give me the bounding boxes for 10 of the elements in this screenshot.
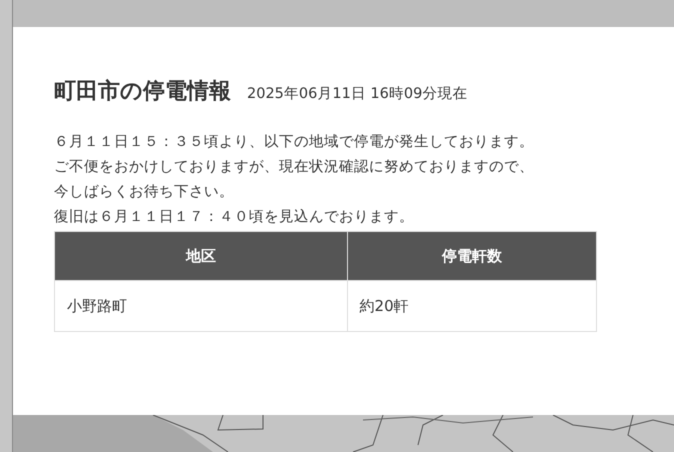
message-line: ６月１１日１５：３５頃より、以下の地域で停電が発生しております。 [54,132,535,152]
column-header: 地区 [54,231,348,280]
dialog-title: 町田市の停電情報 [54,79,231,106]
timestamp: 2025年06月11日 16時09分現在 [247,85,468,104]
table-cell: 約20軒 [347,280,596,332]
column-header: 停電軒数 [347,231,596,280]
message-line: 復旧は６月１１日１７：４０頃を見込んでおります。 [54,208,415,227]
message-line: 今しばらくお待ち下さい。 [54,182,235,202]
table-cell: 小野路町 [54,280,348,332]
message-line: ご不便をおかけしておりますが、現在状況確認に努めておりますので、 [54,158,535,177]
